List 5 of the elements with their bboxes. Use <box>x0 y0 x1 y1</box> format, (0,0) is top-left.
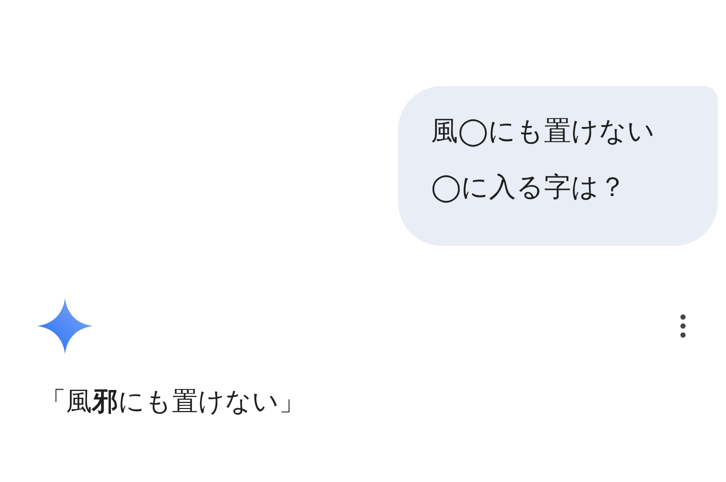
sparkle-icon <box>37 298 93 354</box>
response-text: 「風邪にも置けない」 <box>40 387 305 417</box>
message-text: ◯に入る字は？ <box>431 171 628 205</box>
message-text: 風◯にも置けない <box>431 115 656 149</box>
more-options-icon[interactable] <box>680 314 686 338</box>
